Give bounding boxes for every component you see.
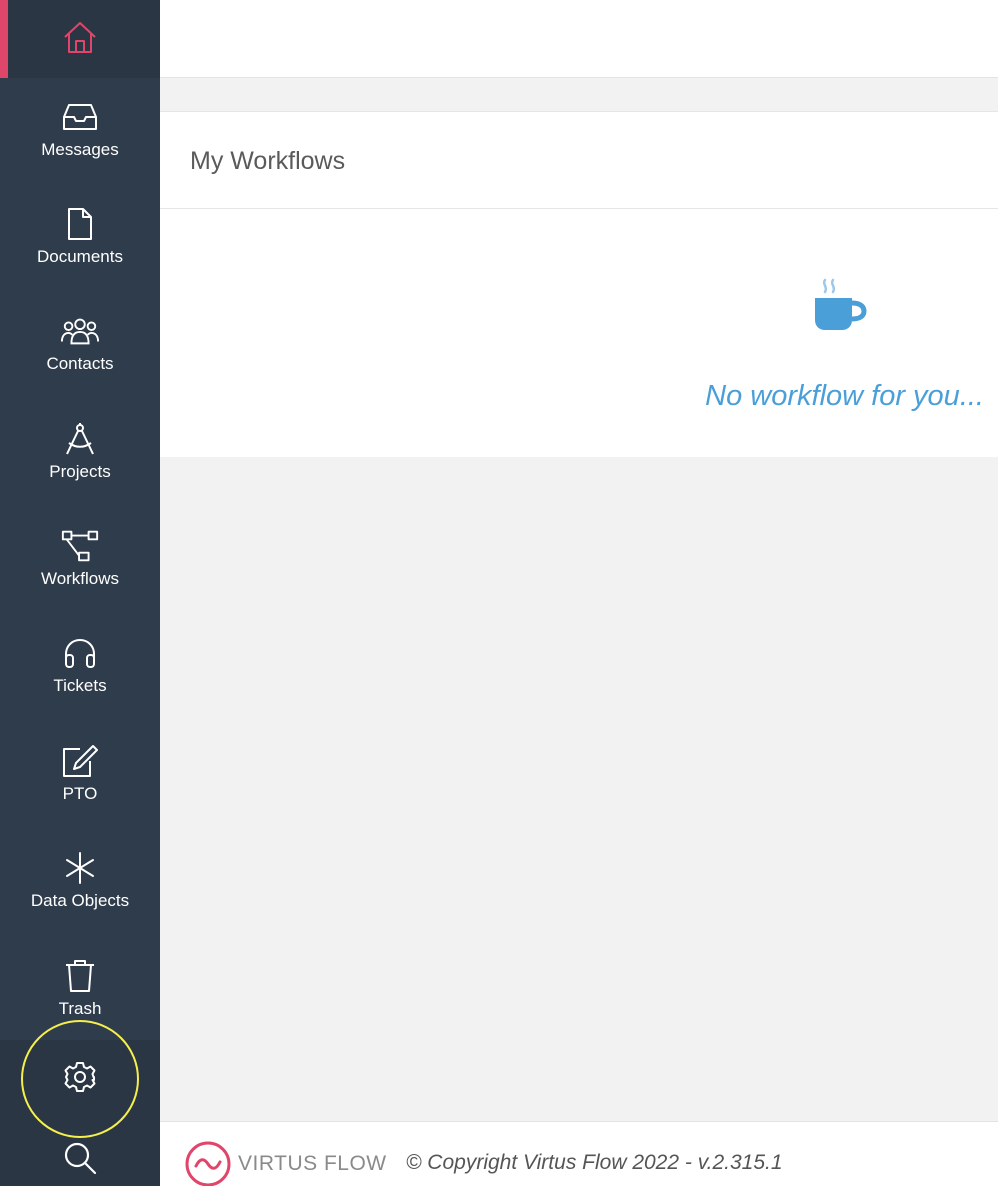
empty-state-message: No workflow for you... [705,380,984,412]
headphones-icon [60,634,100,672]
top-bar [160,0,998,78]
sidebar-item-messages[interactable]: Messages [0,98,160,198]
sidebar-item-pto[interactable]: PTO [0,742,160,842]
sidebar-item-label: Workflows [40,569,120,588]
trash-icon [60,957,100,995]
footer: VIRTUS FLOW © Copyright Virtus Flow 2022… [160,1121,998,1186]
settings-button[interactable] [50,1052,110,1106]
app: Messages Documents Contacts Projects Wor… [0,0,998,1186]
workflows-panel: My Workflows No workflow for you... [160,111,998,457]
search-button[interactable] [50,1136,110,1184]
panel-header: My Workflows [160,112,998,209]
sidebar-item-data-objects[interactable]: Data Objects [0,849,160,949]
sidebar-item-label: Messages [41,140,119,159]
copyright-text: © Copyright Virtus Flow 2022 - v.2.315.1 [406,1151,783,1174]
page-title: My Workflows [190,147,346,175]
virtus-flow-logo: VIRTUS FLOW [184,1140,387,1186]
document-icon [60,205,100,243]
logo-text: VIRTUS FLOW [238,1152,387,1175]
sidebar-item-label: Tickets [53,676,107,695]
sidebar-item-workflows[interactable]: Workflows [0,527,160,627]
sidebar-item-tickets[interactable]: Tickets [0,634,160,734]
sidebar: Messages Documents Contacts Projects Wor… [0,0,160,1186]
home-button[interactable] [0,0,160,78]
sidebar-item-label: Documents [37,247,123,266]
coffee-icon [808,278,868,336]
inbox-icon [60,98,100,136]
gear-icon [63,1060,97,1099]
asterisk-icon [60,849,100,887]
sidebar-item-label: Data Objects [30,891,130,910]
sidebar-item-label: Trash [58,999,102,1018]
sidebar-item-label: Contacts [46,354,114,373]
sidebar-item-projects[interactable]: Projects [0,420,160,520]
search-icon [62,1140,98,1181]
edit-icon [60,742,100,780]
sidebar-item-documents[interactable]: Documents [0,205,160,305]
logo-icon [185,1141,231,1186]
sidebar-item-label: PTO [62,784,98,803]
sidebar-item-contacts[interactable]: Contacts [0,312,160,412]
sidebar-item-label: Projects [49,462,111,481]
workflow-icon [60,527,100,565]
home-icon [64,19,99,60]
compass-icon [60,420,100,458]
users-icon [60,312,100,350]
